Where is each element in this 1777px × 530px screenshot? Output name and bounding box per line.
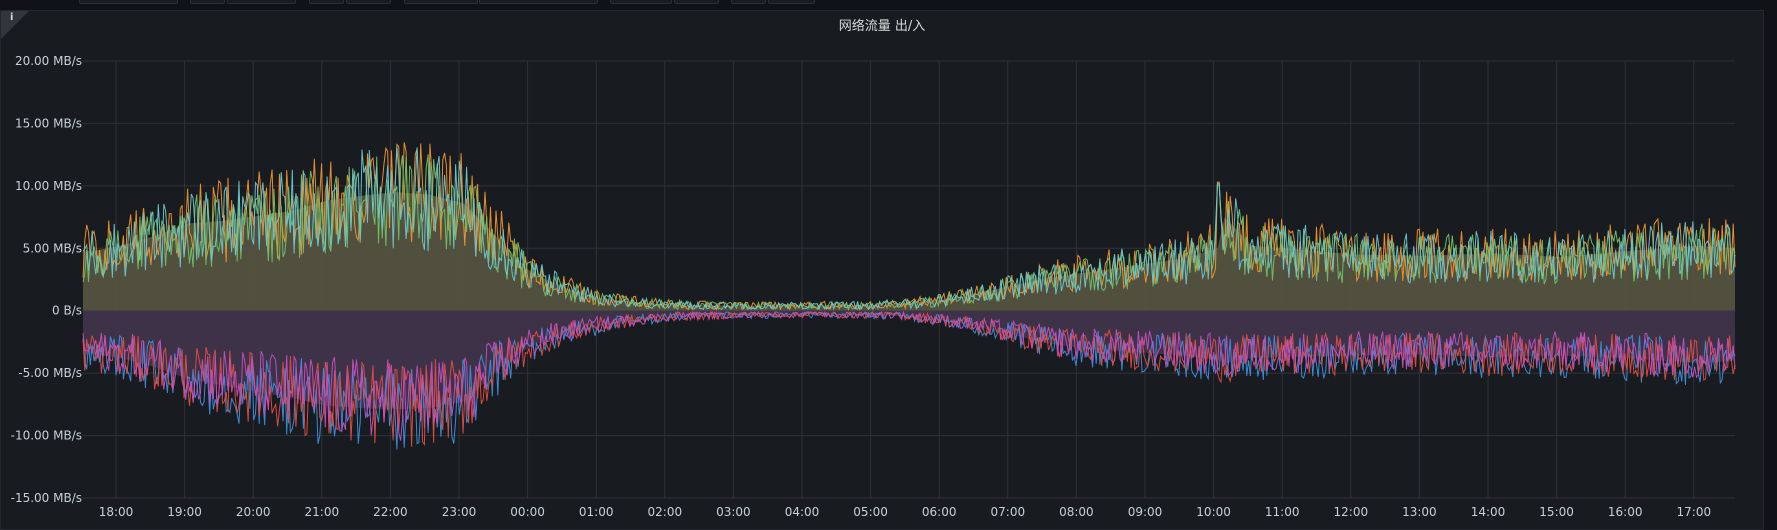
dashboard-root: i 网络流量 出/入 20.00 MB/s 15.00 MB/s 10.00 MB/… [0, 0, 1777, 530]
x-tick-label: 04:00 [785, 505, 820, 519]
x-tick-label: 22:00 [373, 505, 408, 519]
x-tick-label: 03:00 [716, 505, 751, 519]
x-tick-label: 00:00 [510, 505, 545, 519]
y-tick-label: 15.00 MB/s [15, 116, 82, 130]
y-tick-label: 10.00 MB/s [15, 179, 82, 193]
x-tick-label: 10:00 [1196, 505, 1231, 519]
x-tick-label: 17:00 [1677, 505, 1712, 519]
y-tick-label: 20.00 MB/s [15, 54, 82, 68]
y-tick-label: -10.00 MB/s [11, 429, 82, 443]
y-tick-label: -15.00 MB/s [11, 491, 82, 505]
y-tick-label: 5.00 MB/s [23, 241, 82, 255]
x-tick-label: 18:00 [99, 505, 134, 519]
x-tick-label: 05:00 [853, 505, 888, 519]
x-tick-label: 08:00 [1059, 505, 1094, 519]
y-tick-label: -5.00 MB/s [18, 366, 82, 380]
x-tick-label: 15:00 [1539, 505, 1574, 519]
x-tick-label: 13:00 [1402, 505, 1437, 519]
y-tick-label: 0 B/s [52, 304, 82, 318]
x-tick-label: 16:00 [1608, 505, 1643, 519]
x-tick-label: 01:00 [579, 505, 614, 519]
traffic-chart: 20.00 MB/s 15.00 MB/s 10.00 MB/s 5.00 MB/s 0… [11, 54, 1736, 519]
x-tick-label: 14:00 [1471, 505, 1506, 519]
x-tick-label: 02:00 [648, 505, 683, 519]
x-tick-label: 06:00 [922, 505, 957, 519]
x-tick-label: 12:00 [1334, 505, 1369, 519]
x-tick-label: 21:00 [305, 505, 340, 519]
x-tick-label: 19:00 [167, 505, 202, 519]
x-tick-label: 07:00 [991, 505, 1026, 519]
x-tick-label: 11:00 [1265, 505, 1300, 519]
x-tick-label: 23:00 [442, 505, 477, 519]
x-tick-label: 09:00 [1128, 505, 1163, 519]
x-tick-label: 20:00 [236, 505, 271, 519]
